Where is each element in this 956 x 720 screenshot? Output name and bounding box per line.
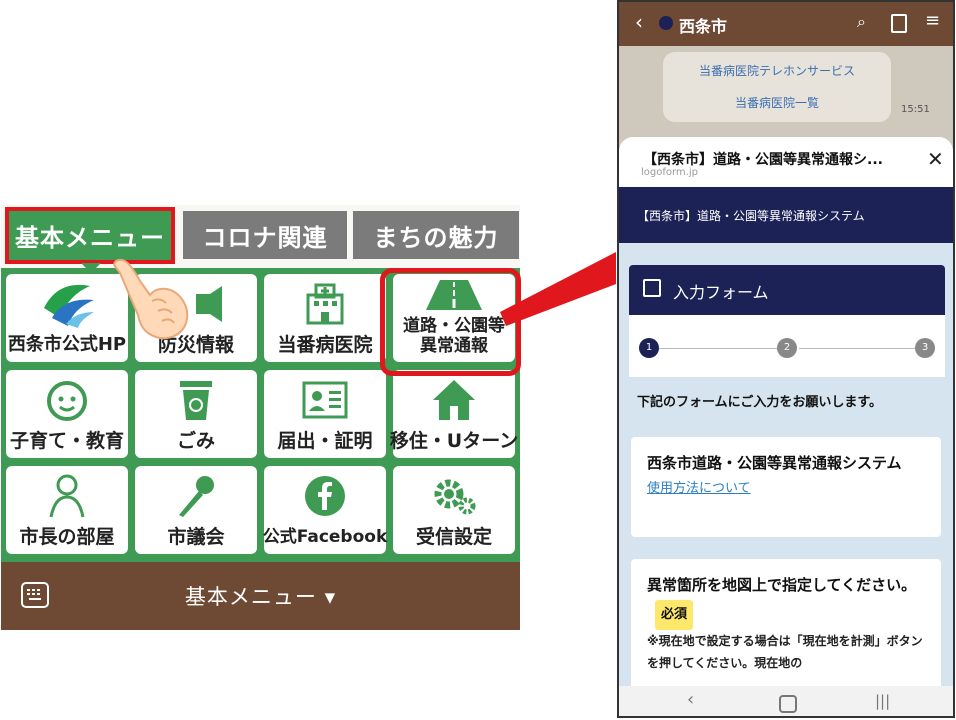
hospital-icon <box>302 274 348 334</box>
phone-screen: ‹ 西条市 ⌕ ≡ 当番病医院テレホンサービス 当番病医院一覧 15:51 【西… <box>617 0 955 718</box>
chat-area: 当番病医院テレホンサービス 当番病医院一覧 15:51 <box>619 46 953 146</box>
menu-item-mayors-room[interactable]: 市長の部屋 <box>6 466 128 554</box>
web-sheet: 【西条市】道路・公園等異常通報シ... logoform.jp ✕ 【西条市】道… <box>619 137 953 687</box>
person-icon <box>47 466 87 526</box>
menu-item-duty-hospital[interactable]: 当番病医院 <box>264 274 386 362</box>
home-nav-icon[interactable] <box>779 695 797 713</box>
facebook-icon <box>303 466 347 526</box>
menu-item-city-council[interactable]: 市議会 <box>135 466 257 554</box>
map-question-card: 異常箇所を地図上で指定してください。 必須 ※現在地で設定する場合は「現在地を計… <box>631 559 941 687</box>
menu-item-label: 当番病医院 <box>277 334 373 356</box>
rich-menu-bar-label[interactable]: 基本メニュー ▾ <box>1 581 520 611</box>
gear-icon <box>431 466 477 526</box>
chat-title: 西条市 <box>679 17 728 36</box>
step-line <box>799 348 919 349</box>
form-area: 入力フォーム 1 2 3 下記のフォームにご入力をお願いします。 西条市道路・公… <box>619 243 953 687</box>
menu-item-receive-settings[interactable]: 受信設定 <box>393 466 515 554</box>
sheet-title: 【西条市】道路・公園等異常通報シ... <box>643 152 883 168</box>
menu-item-label: 子育て・教育 <box>9 430 124 452</box>
house-icon <box>431 370 477 430</box>
map-question-note: ※現在地で設定する場合は「現在地を計測」ボタンを押してください。現在地の <box>647 634 923 670</box>
menu-item-label: 市長の部屋 <box>19 526 115 548</box>
city-logo-icon <box>36 274 98 334</box>
menu-item-label: 届出・証明 <box>277 430 373 452</box>
map-question-title: 異常箇所を地図上で指定してください。 <box>647 576 917 594</box>
form-instruction: 下記のフォームにご入力をお願いします。 <box>637 395 883 410</box>
bubble-link-hospital-list[interactable]: 当番病医院一覧 <box>663 94 891 111</box>
sheet-header: 【西条市】道路・公園等異常通報シ... logoform.jp ✕ <box>619 137 953 187</box>
bubble-link-telephone-service[interactable]: 当番病医院テレホンサービス <box>663 62 891 79</box>
step-3: 3 <box>915 338 935 358</box>
close-icon[interactable]: ✕ <box>927 147 944 171</box>
sheet-domain: logoform.jp <box>641 167 698 178</box>
menu-item-garbage[interactable]: ごみ <box>135 370 257 458</box>
message-time: 15:51 <box>901 104 930 115</box>
recents-nav-icon[interactable]: ||| <box>875 692 890 710</box>
child-face-icon <box>44 370 90 430</box>
menu-icon[interactable]: ≡ <box>925 10 940 31</box>
account-avatar <box>659 16 673 30</box>
back-chevron-icon[interactable]: ‹ <box>635 10 643 34</box>
tab-corona[interactable]: コロナ関連 <box>183 211 347 259</box>
info-card: 西条市道路・公園等異常通報システム 使用方法について <box>631 437 941 537</box>
form-header: 入力フォーム <box>629 265 945 315</box>
menu-tabs: 基本メニュー コロナ関連 まちの魅力 <box>1 205 520 273</box>
chat-header: ‹ 西条市 ⌕ ≡ <box>619 2 953 46</box>
site-banner: 【西条市】道路・公園等異常通報システム <box>619 187 953 243</box>
microphone-icon <box>173 466 219 526</box>
menu-item-label: 受信設定 <box>415 526 492 548</box>
tab-town-attractions[interactable]: まちの魅力 <box>353 211 519 259</box>
menu-item-label: 西条市公式HP <box>7 334 127 355</box>
search-icon[interactable]: ⌕ <box>857 12 866 32</box>
usage-link[interactable]: 使用方法について <box>647 477 925 496</box>
form-header-title: 入力フォーム <box>673 283 769 302</box>
step-2: 2 <box>777 338 797 358</box>
recycle-bin-icon <box>176 370 216 430</box>
notes-icon[interactable] <box>891 14 907 33</box>
android-nav-bar: ‹ ||| <box>619 686 953 716</box>
menu-item-label: 公式Facebook <box>262 527 388 547</box>
required-badge: 必須 <box>655 600 694 630</box>
pointing-hand-icon <box>110 255 200 349</box>
menu-item-label: ごみ <box>176 430 215 452</box>
step-1: 1 <box>639 338 659 358</box>
edit-icon <box>643 279 661 297</box>
step-line <box>659 348 779 349</box>
step-indicator: 1 2 3 <box>629 315 945 377</box>
menu-item-childcare-education[interactable]: 子育て・教育 <box>6 370 128 458</box>
menu-item-label: 移住・Uターン <box>389 430 519 452</box>
menu-item-migration-uturn[interactable]: 移住・Uターン <box>389 370 519 458</box>
info-card-title: 西条市道路・公園等異常通報システム <box>647 454 902 472</box>
id-card-icon <box>302 370 348 430</box>
rich-menu-bar[interactable]: 基本メニュー ▾ <box>1 562 520 630</box>
chat-bubble: 当番病医院テレホンサービス 当番病医院一覧 <box>663 52 891 122</box>
highlight-road-report <box>380 268 521 376</box>
menu-item-official-facebook[interactable]: 公式Facebook <box>262 466 388 554</box>
menu-item-notification-certificate[interactable]: 届出・証明 <box>264 370 386 458</box>
back-nav-icon[interactable]: ‹ <box>687 689 694 710</box>
menu-item-label: 市議会 <box>167 526 225 548</box>
